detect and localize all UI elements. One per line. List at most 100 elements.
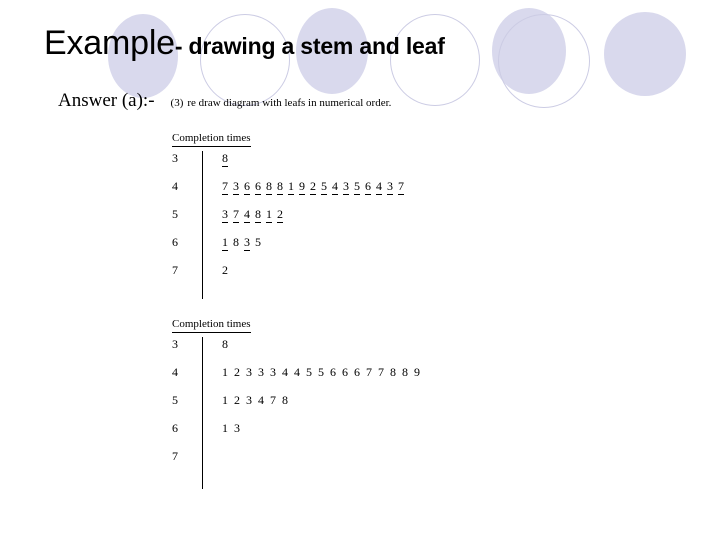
leaf-digit: 3 — [222, 207, 228, 223]
page-title: Example- drawing a stem and leaf — [44, 24, 445, 63]
leaf-digit: 6 — [365, 179, 371, 195]
leaf-digit: 4 — [294, 365, 300, 379]
leaf-digit: 9 — [414, 365, 420, 379]
stem-value: 4 — [172, 365, 178, 379]
leaf-digit: 8 — [266, 179, 272, 195]
leaf-digit: 3 — [270, 365, 276, 379]
leaf-digit: 3 — [246, 365, 252, 379]
title-main-text: Example — [44, 24, 175, 62]
leaf-digit: 5 — [255, 235, 261, 249]
leaf-digit: 3 — [233, 179, 239, 195]
leaf-digit: 6 — [330, 365, 336, 379]
leaf-digit: 4 — [332, 179, 338, 195]
stem-leaf-row: 38 — [172, 151, 409, 179]
leaf-values: 13 — [202, 421, 246, 436]
stem-leaf-row: 6 1835 — [172, 235, 409, 263]
stem-value: 7 — [172, 449, 178, 463]
stem-leaf-row: 6 13 — [172, 421, 426, 449]
leaf-values: 1835 — [202, 235, 266, 251]
plot-body: 3841233344556667788951234786137 — [172, 337, 426, 489]
leaf-digit: 3 — [246, 393, 252, 407]
decorative-ellipse-7 — [604, 12, 686, 96]
stem-divider-line — [202, 151, 203, 299]
leaf-digit: 1 — [266, 207, 272, 223]
stem-value: 3 — [172, 337, 178, 351]
stem-divider-line — [202, 337, 203, 489]
leaf-digit: 3 — [234, 421, 240, 435]
stem-leaf-row: 38 — [172, 337, 426, 365]
leaf-digit: 4 — [258, 393, 264, 407]
stem-value: 5 — [172, 393, 178, 407]
leaf-digit: 3 — [258, 365, 264, 379]
plot-rows: 3841233344556667788951234786137 — [172, 337, 426, 477]
leaf-digit: 8 — [282, 393, 288, 407]
leaf-digit: 6 — [342, 365, 348, 379]
leaf-digit: 4 — [244, 207, 250, 223]
stem-leaf-row: 72 — [172, 263, 409, 291]
leaf-digit: 7 — [398, 179, 404, 195]
stem-leaf-row: 5 123478 — [172, 393, 426, 421]
leaf-digit: 8 — [277, 179, 283, 195]
plot-caption: Completion times — [172, 318, 251, 333]
leaf-digit: 2 — [222, 263, 228, 277]
leaf-digit: 1 — [222, 421, 228, 435]
decorative-ellipse-6 — [498, 14, 590, 108]
decorative-ellipse-5 — [492, 8, 566, 94]
leaf-digit: 1 — [222, 365, 228, 379]
leaf-values: 123478 — [202, 393, 294, 408]
leaf-values: 2 — [202, 263, 233, 278]
answer-label: Answer (a):- — [58, 90, 155, 111]
leaf-values: 374812 — [202, 207, 288, 223]
stem-leaf-row: 5 374812 — [172, 207, 409, 235]
leaf-digit: 8 — [222, 337, 228, 351]
stem-leaf-row: 412333445566677889 — [172, 365, 426, 393]
leaf-digit: 2 — [277, 207, 283, 223]
leaf-values: 8 — [202, 337, 234, 352]
leaf-digit: 4 — [282, 365, 288, 379]
answer-note-number: (3) — [170, 97, 184, 109]
leaf-values: 8 — [202, 151, 233, 167]
stem-leaf-plot-unsorted: Completion times 38473668819254356437537… — [172, 128, 409, 299]
leaf-digit: 6 — [354, 365, 360, 379]
leaf-values: 73668819254356437 — [202, 179, 409, 195]
leaf-digit: 7 — [378, 365, 384, 379]
answer-line: Answer (a):- (3) re draw diagram with leaf… — [58, 90, 391, 112]
leaf-digit: 2 — [310, 179, 316, 195]
leaf-digit: 3 — [244, 235, 250, 251]
plot-rows: 3847366881925435643753748126183572 — [172, 151, 409, 291]
leaf-digit: 8 — [222, 151, 228, 167]
leaf-digit: 2 — [234, 365, 240, 379]
stem-value: 7 — [172, 263, 178, 277]
leaf-digit: 8 — [402, 365, 408, 379]
stem-leaf-plot-sorted: Completion times 38412333445566677889512… — [172, 314, 426, 489]
stem-value: 6 — [172, 235, 178, 249]
stem-value: 4 — [172, 179, 178, 193]
leaf-digit: 9 — [299, 179, 305, 195]
leaf-digit: 5 — [318, 365, 324, 379]
leaf-digit: 5 — [354, 179, 360, 195]
stem-leaf-row: 473668819254356437 — [172, 179, 409, 207]
leaf-digit: 8 — [255, 207, 261, 223]
leaf-digit: 5 — [306, 365, 312, 379]
answer-note: (3) re draw diagram with leafs in numeric… — [171, 97, 392, 109]
plot-body: 3847366881925435643753748126183572 — [172, 151, 409, 299]
leaf-digit: 8 — [233, 235, 239, 249]
stem-value: 3 — [172, 151, 178, 165]
leaf-values: 12333445566677889 — [202, 365, 426, 380]
leaf-digit: 7 — [233, 207, 239, 223]
leaf-digit: 7 — [222, 179, 228, 195]
leaf-digit: 5 — [321, 179, 327, 195]
leaf-digit: 3 — [387, 179, 393, 195]
leaf-digit: 7 — [366, 365, 372, 379]
plot-caption: Completion times — [172, 132, 251, 147]
leaf-digit: 3 — [343, 179, 349, 195]
leaf-digit: 6 — [244, 179, 250, 195]
leaf-digit: 1 — [222, 235, 228, 251]
leaf-digit: 4 — [376, 179, 382, 195]
leaf-digit: 7 — [270, 393, 276, 407]
stem-leaf-row: 7 — [172, 449, 426, 477]
answer-note-text: re draw diagram with leafs in numerical … — [187, 97, 392, 109]
leaf-digit: 8 — [390, 365, 396, 379]
leaf-digit: 1 — [288, 179, 294, 195]
leaf-digit: 6 — [255, 179, 261, 195]
